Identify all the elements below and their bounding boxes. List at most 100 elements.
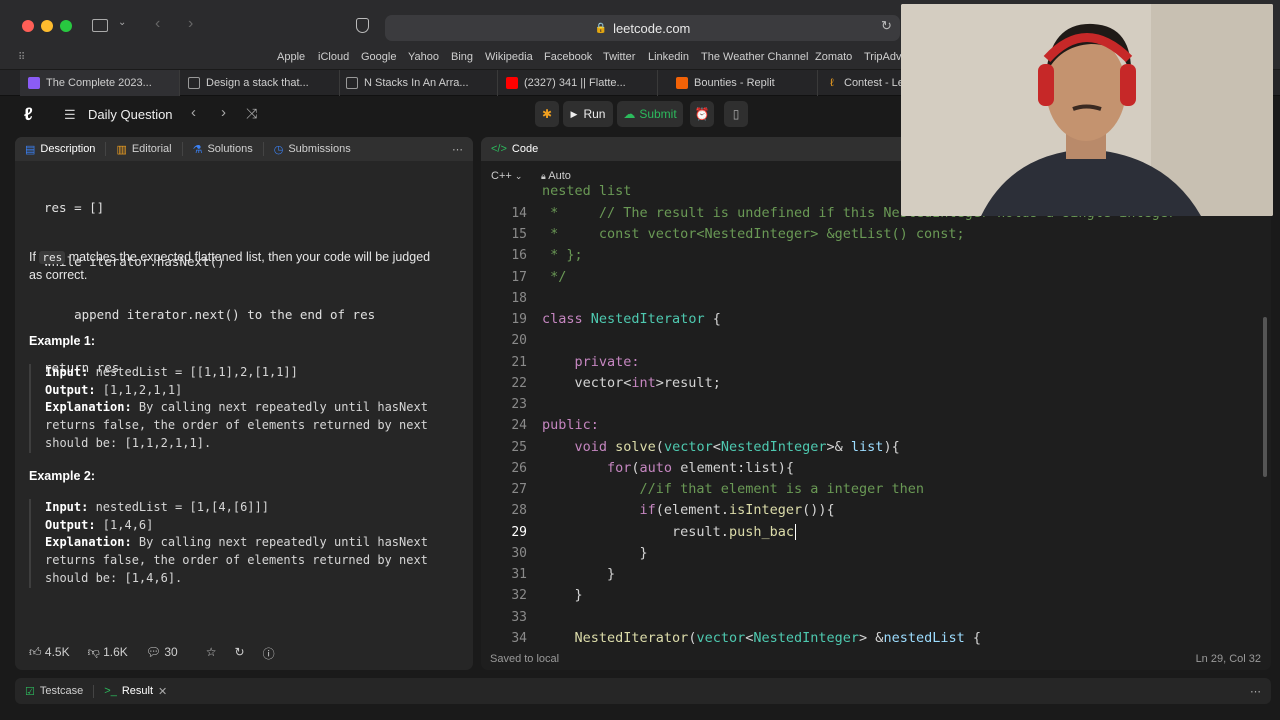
terminal-icon: >_ xyxy=(104,685,117,697)
comment-icon: 💬︎ xyxy=(145,645,162,659)
language-label: C++ xyxy=(491,170,512,182)
close-window-button[interactable] xyxy=(22,20,34,32)
line-number: 26 xyxy=(511,461,527,476)
favorite-item[interactable]: Bing xyxy=(451,51,473,63)
input-label: Input: xyxy=(45,500,89,514)
submit-button[interactable]: ☁ Submit xyxy=(617,101,683,127)
code-area[interactable]: nested list 14 15 16 17 18 19 20 21 22 2… xyxy=(481,185,1271,649)
favorite-item[interactable]: The Weather Channel xyxy=(701,51,808,63)
code-line: if(element.isInteger()){ xyxy=(542,502,835,518)
explanation-text: returns false, the order of elements ret… xyxy=(45,553,428,568)
tab-description[interactable]: ▤ Description xyxy=(15,142,107,156)
reload-icon[interactable]: ↻ xyxy=(881,18,892,34)
favorite-item[interactable]: Wikipedia xyxy=(485,51,533,63)
alarm-icon[interactable]: ⏰ xyxy=(690,101,714,127)
tab-submissions[interactable]: ◷ Submissions xyxy=(264,142,361,156)
address-bar[interactable]: 🔒 leetcode.com xyxy=(385,15,900,41)
tab-solutions[interactable]: ⚗ Solutions xyxy=(183,142,264,156)
tab-editorial[interactable]: ▥ Editorial xyxy=(106,142,183,156)
sidebar-toggle-icon[interactable] xyxy=(92,19,108,32)
prev-question-icon[interactable]: ‹ xyxy=(191,104,196,121)
minimize-window-button[interactable] xyxy=(41,20,53,32)
tab-result[interactable]: >_ Result ✕ xyxy=(94,685,177,698)
url-text: leetcode.com xyxy=(613,20,691,36)
code-line: append iterator.next() to the end of res xyxy=(44,306,376,322)
code-line: vector<int>result; xyxy=(542,375,721,391)
dislike-button[interactable]: 👎︎ 1.6K xyxy=(88,645,128,662)
text: matches the expected flattened list, the… xyxy=(65,250,431,264)
more-icon[interactable]: ⋯ xyxy=(452,143,473,156)
language-select[interactable]: C++ ⌄ xyxy=(491,170,522,182)
code-line: res = [] xyxy=(44,200,105,216)
back-arrow-icon[interactable]: ‹ xyxy=(155,15,160,33)
code-line: class NestedIterator { xyxy=(542,311,721,327)
star-icon[interactable]: ☆ xyxy=(206,645,217,662)
daily-question-link[interactable]: Daily Question xyxy=(88,107,173,122)
output-label: Output: xyxy=(45,517,96,532)
notes-icon[interactable]: ▯ xyxy=(724,101,748,127)
tab-code[interactable]: </> Code xyxy=(481,142,548,156)
editor-scrollbar[interactable] xyxy=(1263,317,1267,477)
line-number: 16 xyxy=(511,248,527,263)
tab-label: Testcase xyxy=(39,685,84,697)
forward-arrow-icon[interactable]: › xyxy=(188,15,193,33)
comments-button[interactable]: 💬︎ 30 xyxy=(146,645,178,662)
code-line: } xyxy=(542,566,616,582)
input-value: nestedList = [[1,1],2,[1,1]] xyxy=(88,365,298,379)
grid-icon[interactable]: ⠿ xyxy=(18,52,25,63)
judge-paragraph-cont: as correct. xyxy=(29,268,88,282)
code-line: */ xyxy=(542,269,567,285)
favorite-item[interactable]: Twitter xyxy=(603,51,635,63)
favorite-item[interactable]: iCloud xyxy=(318,51,349,63)
autosave-mode[interactable]: 🔒︎ Auto xyxy=(541,170,571,182)
browser-tab[interactable]: Design a stack that... xyxy=(180,70,340,96)
like-button[interactable]: 👍︎ 4.5K xyxy=(29,645,70,662)
debug-icon[interactable]: ✱ xyxy=(535,101,559,127)
close-icon[interactable]: ✕ xyxy=(158,685,167,698)
code-line: void solve(vector<NestedInteger>& list){ xyxy=(542,439,900,455)
tab-favicon-icon xyxy=(28,77,40,89)
browser-tab-label: Bounties - Replit xyxy=(694,77,775,89)
line-number: 30 xyxy=(511,546,527,561)
more-icon[interactable]: ⋯ xyxy=(1250,685,1271,698)
browser-tab-label: Design a stack that... xyxy=(206,77,309,89)
favorite-item[interactable]: Facebook xyxy=(544,51,592,63)
browser-tab[interactable]: Bounties - Replit xyxy=(658,70,818,96)
favorite-item[interactable]: Apple xyxy=(277,51,305,63)
favorite-item[interactable]: Linkedin xyxy=(648,51,689,63)
replit-icon xyxy=(676,77,688,89)
description-tabbar: ▤ Description ▥ Editorial ⚗ Solutions ◷ … xyxy=(15,137,473,161)
line-number-current: 29 xyxy=(511,525,527,540)
submit-label: Submit xyxy=(639,107,677,121)
share-icon[interactable]: ↻ xyxy=(235,645,245,662)
line-number: 17 xyxy=(511,270,527,285)
list-icon[interactable]: ☰ xyxy=(64,107,76,123)
tab-label: Solutions xyxy=(207,143,253,155)
tab-testcase[interactable]: ☑ Testcase xyxy=(15,684,95,698)
browser-tab[interactable]: The Complete 2023... xyxy=(20,70,180,96)
description-panel: ▤ Description ▥ Editorial ⚗ Solutions ◷ … xyxy=(15,137,473,670)
leetcode-logo-icon[interactable]: ℓ xyxy=(24,104,33,125)
browser-tab-label: Contest - Le xyxy=(844,77,904,89)
favorite-item[interactable]: Yahoo xyxy=(408,51,439,63)
shield-icon[interactable] xyxy=(356,18,369,33)
zoom-window-button[interactable] xyxy=(60,20,72,32)
favorite-item[interactable]: TripAdvi xyxy=(864,51,904,63)
help-icon[interactable]: ⓘ xyxy=(263,645,275,662)
code-line: //if that element is a integer then xyxy=(542,481,925,497)
line-number: 19 xyxy=(511,312,527,327)
chevron-down-icon[interactable]: ⌄ xyxy=(118,17,126,28)
thumbs-up-icon: 👍︎ xyxy=(29,645,42,659)
next-question-icon[interactable]: › xyxy=(221,104,226,121)
favorite-item[interactable]: Zomato xyxy=(815,51,852,63)
shuffle-icon[interactable]: ⤨ xyxy=(246,105,257,122)
browser-tab[interactable]: (2327) 341 || Flatte... xyxy=(498,70,658,96)
cursor-position: Ln 29, Col 32 xyxy=(1195,653,1261,665)
editor-statusbar: Saved to local Ln 29, Col 32 xyxy=(481,649,1271,670)
code-line: NestedIterator(vector<NestedInteger> &ne… xyxy=(574,630,981,646)
line-number: 20 xyxy=(511,333,527,348)
explanation-text: By calling next repeatedly until hasNext xyxy=(131,535,428,550)
browser-tab[interactable]: N Stacks In An Arra... xyxy=(338,70,498,96)
run-button[interactable]: ▶ Run xyxy=(563,101,613,127)
favorite-item[interactable]: Google xyxy=(361,51,396,63)
